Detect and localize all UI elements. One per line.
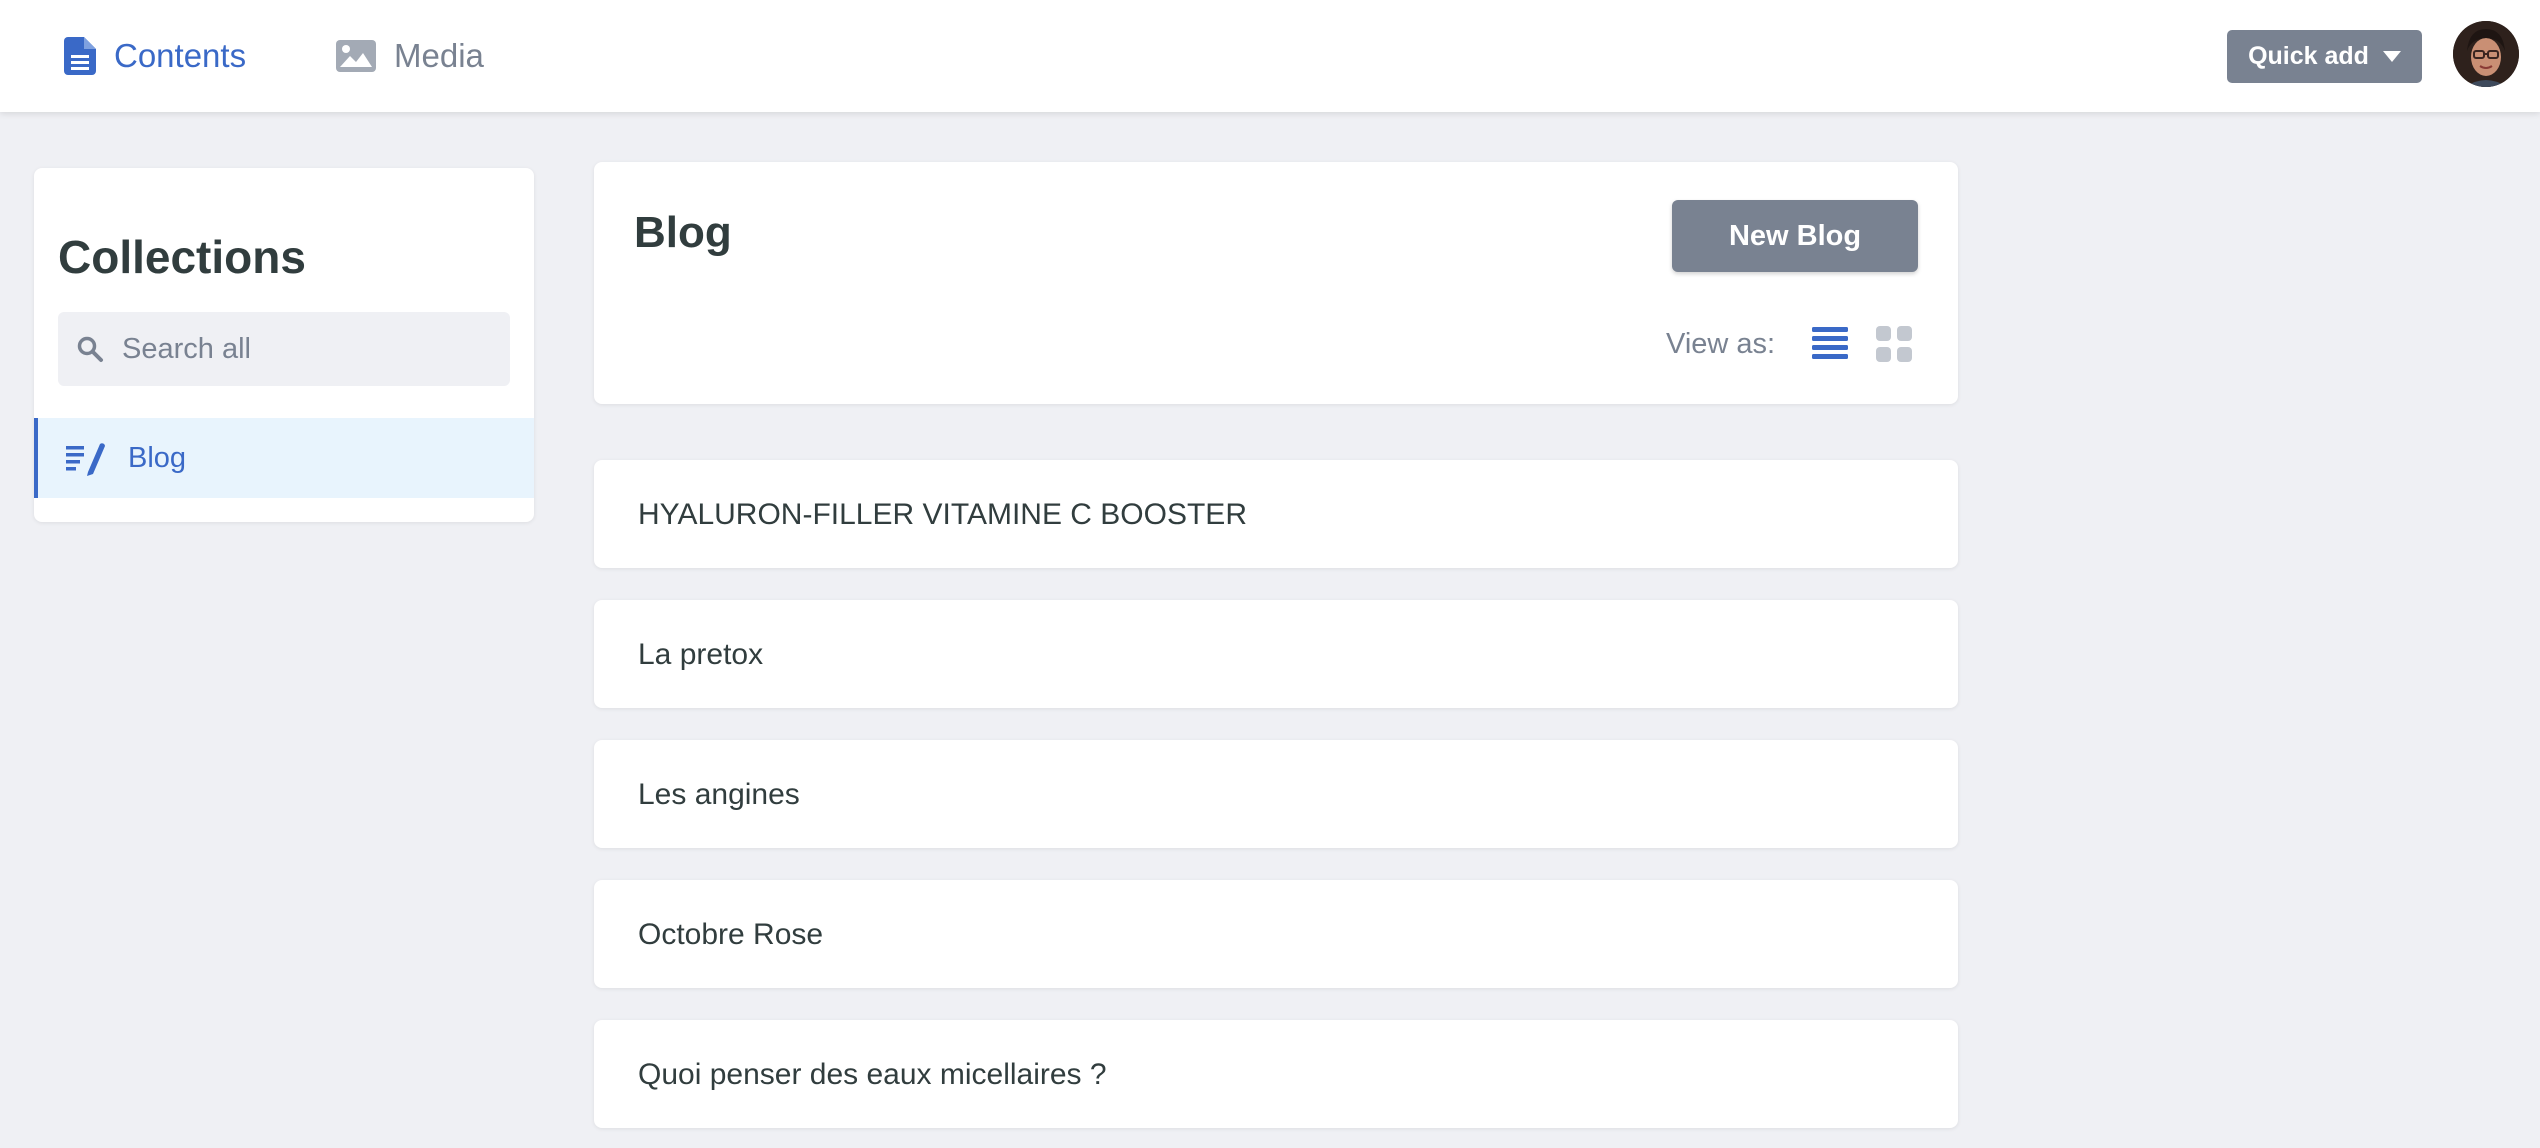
list-item[interactable]: Octobre Rose (594, 880, 1958, 988)
sidebar-item-blog[interactable]: Blog (34, 418, 534, 498)
list-view-icon[interactable] (1810, 324, 1850, 364)
search-box[interactable] (58, 312, 510, 386)
entry-title: Octobre Rose (638, 918, 824, 951)
entry-title: La pretox (638, 638, 764, 671)
entry-title: Les angines (638, 778, 800, 811)
page-title: Blog (634, 208, 732, 257)
search-input[interactable] (122, 332, 482, 366)
view-as-label: View as: (1666, 328, 1776, 360)
quick-add-label: Quick add (2248, 42, 2369, 70)
new-blog-label: New Blog (1728, 219, 1862, 252)
list-item[interactable]: Les angines (594, 740, 1958, 848)
caret-down-icon (2382, 51, 2401, 62)
top-bar: Contents Media Quick add (0, 0, 2540, 112)
avatar[interactable] (2453, 21, 2519, 87)
list-item[interactable]: HYALURON-FILLER VITAMINE C BOOSTER (594, 460, 1958, 568)
search-icon (76, 335, 104, 363)
collection-header: Blog New Blog View as: (594, 162, 1958, 404)
edit-list-icon (66, 440, 106, 476)
entry-title: Quoi penser des eaux micellaires ? (638, 1058, 1107, 1091)
image-icon (336, 40, 376, 72)
collections-sidebar: Collections Blog (34, 168, 534, 522)
new-blog-button[interactable]: New Blog (1672, 200, 1918, 272)
entry-title: HYALURON-FILLER VITAMINE C BOOSTER (638, 498, 1247, 531)
quick-add-button[interactable]: Quick add (2227, 30, 2422, 83)
list-item[interactable]: La pretox (594, 600, 1958, 708)
nav-contents[interactable]: Contents (64, 0, 246, 112)
sidebar-title: Collections (58, 231, 306, 283)
nav-media-label: Media (394, 37, 484, 74)
sidebar-item-label: Blog (128, 441, 187, 474)
list-item[interactable]: Quoi penser des eaux micellaires ? (594, 1020, 1958, 1128)
nav-media[interactable]: Media (336, 0, 484, 112)
document-icon (64, 37, 96, 75)
nav-contents-label: Contents (114, 37, 247, 74)
grid-view-icon[interactable] (1874, 324, 1914, 364)
